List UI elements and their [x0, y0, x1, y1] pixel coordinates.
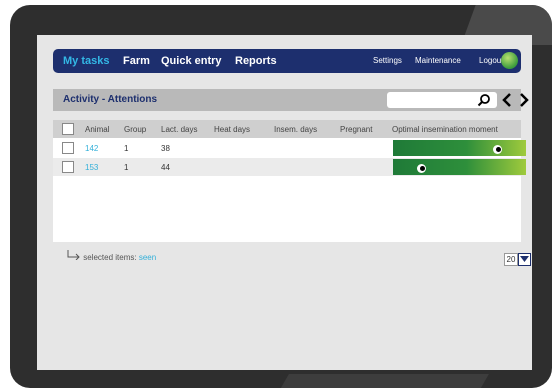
frame-sheen-bottom [275, 374, 489, 388]
col-heat-days[interactable]: Heat days [214, 125, 250, 134]
dropdown-button[interactable] [518, 253, 531, 266]
page-size-value[interactable]: 20 [504, 253, 518, 266]
selection-footer: selected items: seen [67, 250, 156, 262]
app-screen: My tasks Farm Quick entry Reports Settin… [37, 35, 532, 370]
maintenance-link[interactable]: Maintenance [415, 56, 461, 65]
selected-items-label: selected items: [83, 253, 137, 262]
animal-link[interactable]: 153 [85, 163, 98, 172]
top-nav: My tasks Farm Quick entry Reports Settin… [53, 49, 521, 73]
col-insem-days[interactable]: Insem. days [274, 125, 317, 134]
attentions-table: Animal Group Lact. days Heat days Insem.… [53, 120, 526, 242]
nav-farm[interactable]: Farm [123, 55, 150, 67]
current-moment-marker [417, 164, 426, 173]
col-group[interactable]: Group [124, 125, 146, 134]
page-title: Activity - Attentions [63, 94, 158, 105]
col-animal[interactable]: Animal [85, 125, 109, 134]
chevron-down-icon [520, 256, 529, 262]
row-checkbox[interactable] [62, 142, 74, 154]
globe-icon[interactable] [501, 52, 518, 69]
nav-reports[interactable]: Reports [235, 55, 277, 67]
col-lact-days[interactable]: Lact. days [161, 125, 197, 134]
search-input[interactable] [387, 92, 497, 108]
current-moment-marker [493, 145, 502, 154]
table-header: Animal Group Lact. days Heat days Insem.… [53, 120, 521, 138]
lact-days-cell: 38 [161, 144, 170, 153]
lact-days-cell: 44 [161, 163, 170, 172]
insemination-moment-bar [393, 159, 526, 175]
nav-my-tasks[interactable]: My tasks [63, 55, 109, 67]
table-row[interactable]: 153 1 44 [53, 158, 526, 176]
table-row[interactable]: 142 1 38 [53, 139, 526, 157]
col-optimal-insemination[interactable]: Optimal insemination moment [392, 125, 498, 134]
search-icon[interactable] [477, 93, 491, 107]
col-pregnant[interactable]: Pregnant [340, 125, 372, 134]
next-arrow-icon[interactable] [520, 93, 529, 107]
select-all-checkbox[interactable] [62, 123, 74, 135]
animal-link[interactable]: 142 [85, 144, 98, 153]
nav-quick-entry[interactable]: Quick entry [161, 55, 222, 67]
group-cell: 1 [124, 144, 129, 153]
logout-link[interactable]: Logout [479, 56, 503, 65]
prev-arrow-icon[interactable] [502, 93, 511, 107]
row-checkbox[interactable] [62, 161, 74, 173]
return-arrow-icon [67, 250, 80, 261]
device-frame: My tasks Farm Quick entry Reports Settin… [10, 5, 552, 388]
insemination-moment-bar [393, 140, 526, 156]
settings-link[interactable]: Settings [373, 56, 402, 65]
section-header: Activity - Attentions [53, 89, 529, 111]
mark-seen-link[interactable]: seen [139, 253, 156, 262]
group-cell: 1 [124, 163, 129, 172]
pagination-arrows [502, 93, 529, 107]
page-size-select[interactable]: 20 [504, 253, 531, 266]
